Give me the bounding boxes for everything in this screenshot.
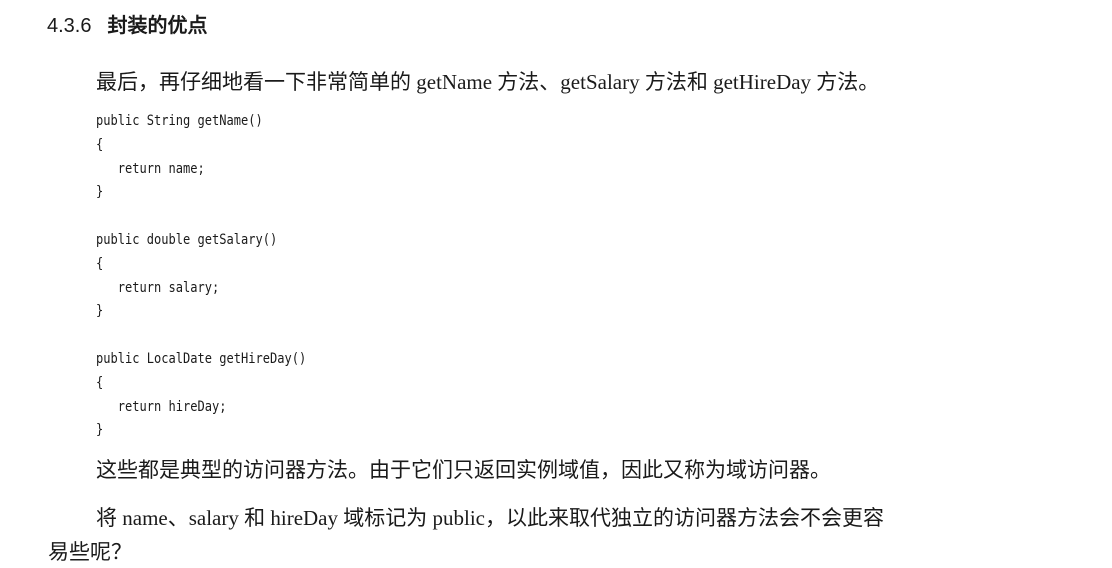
- code-line: public String getName(): [96, 113, 263, 129]
- code-line: {: [96, 255, 104, 272]
- code-line: return hireDay;: [96, 398, 227, 415]
- code-line: {: [96, 136, 104, 153]
- question-paragraph-line1: 将 name、salary 和 hireDay 域标记为 public，以此来取…: [96, 506, 884, 530]
- code-line: }: [96, 422, 104, 439]
- code-line: }: [96, 303, 104, 320]
- code-line: return salary;: [96, 279, 220, 296]
- code-line: }: [96, 184, 104, 201]
- book-page: 4.3.6 封装的优点 最后，再仔细地看一下非常简单的 getName 方法、ge…: [0, 0, 1112, 568]
- code-line: {: [96, 374, 104, 391]
- question-paragraph-line2: 易些呢？: [48, 540, 132, 564]
- section-heading: 4.3.6 封装的优点: [47, 10, 207, 42]
- code-listing: public String getName() { return name;} pu…: [96, 110, 306, 443]
- intro-paragraph: 最后，再仔细地看一下非常简单的 getName 方法、getSalary 方法和…: [96, 70, 880, 94]
- code-line: public double getSalary(): [96, 231, 278, 248]
- code-line: return name;: [96, 160, 205, 177]
- code-line: public LocalDate getHireDay(): [96, 350, 307, 367]
- section-title: 封装的优点: [107, 15, 208, 37]
- section-number: 4.3.6: [47, 15, 92, 37]
- accessors-paragraph: 这些都是典型的访问器方法。由于它们只返回实例域值，因此又称为域访问器。: [96, 458, 831, 482]
